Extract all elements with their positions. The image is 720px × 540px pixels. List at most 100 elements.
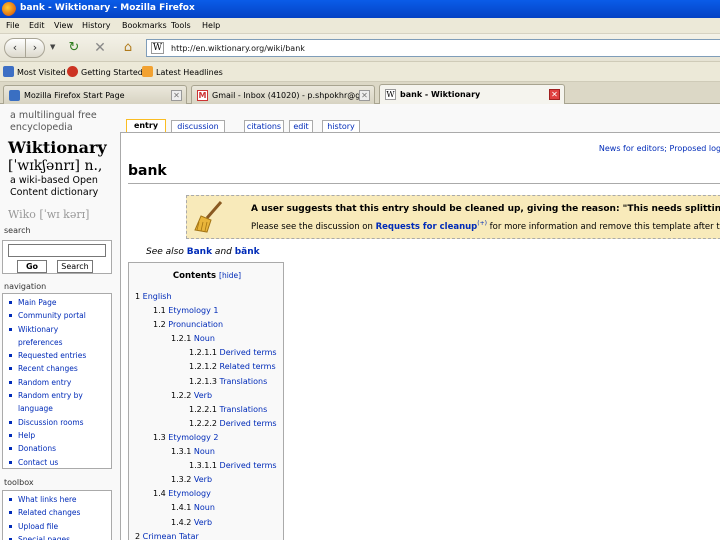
close-tab-icon[interactable]: ✕ [359,90,370,101]
nav-link-label: Contact us [18,457,59,467]
menu-history[interactable]: History [82,21,110,30]
site-logo[interactable]: a multilingual free encyclopedia Wiktion… [4,108,114,221]
bookmark-getting-started[interactable]: Getting Started [67,66,143,78]
nav-link[interactable]: Recent changes [9,362,111,375]
navigation-portlet: Main Page Community portal Wiktionary prefe… [2,293,112,469]
see-also-link-baenk[interactable]: bänk [235,247,260,257]
toolbox-link[interactable]: Related changes [9,506,111,519]
external-link-marker[interactable]: (+) [477,220,487,227]
toc-label: Noun [193,447,215,457]
content-panel: News for editors; Proposed logo bank A u… [120,132,720,540]
toc-entry[interactable]: 1.3 Etymology 2 [135,431,277,445]
close-tab-icon[interactable]: ✕ [549,89,560,100]
firefox-icon [9,90,20,101]
toc-entry[interactable]: 2 Crimean Tatar [135,530,277,540]
tab-citations[interactable]: citations [244,120,284,132]
toolbox-link[interactable]: What links here [9,493,111,506]
tab-discussion[interactable]: discussion [171,120,225,132]
back-button[interactable]: ‹ [4,38,26,58]
bookmark-latest-headlines[interactable]: Latest Headlines [142,66,223,78]
forward-button[interactable]: › [25,38,45,58]
toc-entry[interactable]: 1.1 Etymology 1 [135,304,277,318]
heading-divider [128,183,720,184]
nav-link[interactable]: Requested entries [9,349,111,362]
toc-entry[interactable]: 1.4 Etymology [135,487,277,501]
toc-entry[interactable]: 1.2.2.1 Translations [135,403,277,417]
toc-number: 1.4 [153,489,169,499]
toc-list: 1 English 1.1 Etymology 1 1.2 Pronunciatio… [135,290,277,540]
nav-link-label: Random entry [18,377,72,387]
toc-label: Derived terms [219,461,277,471]
toc-entry[interactable]: 1.4.1 Noun [135,501,277,515]
bookmark-most-visited[interactable]: Most Visited [3,66,66,78]
search-button[interactable]: Search [57,260,93,273]
see-also-link-bank[interactable]: Bank [187,247,212,257]
stop-button[interactable]: ✕ [92,40,108,56]
home-button[interactable]: ⌂ [119,40,137,56]
tab-entry[interactable]: entry [126,119,166,132]
tab-firefox-start-page[interactable]: Mozilla Firefox Start Page ✕ [3,85,187,104]
search-portlet: Go Search [2,240,112,274]
nav-link[interactable]: Random entry by language [9,389,111,416]
toc-hide-toggle[interactable]: [hide] [219,271,241,280]
toc-entry[interactable]: 1.2.1.1 Derived terms [135,346,277,360]
site-notice-link[interactable]: News for editors; Proposed logo [599,144,720,153]
nav-link[interactable]: Discussion rooms [9,416,111,429]
menu-view[interactable]: View [54,21,73,30]
toc-entry[interactable]: 1.2.2 Verb [135,389,277,403]
nav-link[interactable]: Contact us [9,456,111,469]
toc-number: 1.2.2.1 [189,404,220,414]
navigation-toolbar: ‹ › ▼ ↻ ✕ ⌂ W http://en.wiktionary.org/w… [0,34,720,62]
toc-entry[interactable]: 1.3.1 Noun [135,445,277,459]
tab-edit[interactable]: edit [289,120,313,132]
tab-bank-wiktionary[interactable]: W bank - Wiktionary ✕ [379,84,565,104]
requests-for-cleanup-link[interactable]: Requests for cleanup [376,222,478,232]
toc-entry[interactable]: 1.2 Pronunciation [135,318,277,332]
nav-link[interactable]: Wiktionary preferences [9,323,111,350]
logo-pronunciation-secondary: Wiko [ˈwɪ kərɪ] [8,208,90,221]
go-button[interactable]: Go [17,260,47,273]
menu-help[interactable]: Help [202,21,220,30]
tab-history[interactable]: history [322,120,360,132]
nav-link[interactable]: Main Page [9,296,111,309]
nav-link-label: Discussion rooms [18,417,84,427]
toc-entry[interactable]: 1.2.2.2 Derived terms [135,417,277,431]
toc-title: Contents [hide] [129,271,285,281]
toolbox-link[interactable]: Special pages [9,533,111,540]
reload-button[interactable]: ↻ [66,40,82,56]
toolbox-portlet: What links here Related changes Upload fil… [2,490,112,540]
tab-gmail-inbox[interactable]: M Gmail - Inbox (41020) - p.shpokhr@g ✕ [191,85,375,104]
address-bar[interactable]: W http://en.wiktionary.org/wiki/bank [146,39,720,57]
toc-number: 1.2.1.1 [189,348,220,358]
close-tab-icon[interactable]: ✕ [171,90,182,101]
logo-wordmark: Wiktionary [8,138,107,157]
url-text[interactable]: http://en.wiktionary.org/wiki/bank [171,44,305,53]
navigation-portlet-title: navigation [4,282,47,291]
nav-link[interactable]: Random entry [9,376,111,389]
toc-label: Etymology 2 [168,432,219,442]
toolbox-link[interactable]: Upload file [9,520,111,533]
window-titlebar: bank - Wiktionary - Mozilla Firefox [0,0,720,18]
menu-tools[interactable]: Tools [171,21,191,30]
nav-link[interactable]: Donations [9,442,111,455]
logo-tagline: encyclopedia [10,122,73,133]
toolbox-list: What links here Related changes Upload fil… [3,491,111,540]
menu-bookmarks[interactable]: Bookmarks [122,21,167,30]
menu-file[interactable]: File [6,21,19,30]
toc-entry[interactable]: 1.4.2 Verb [135,516,277,530]
rss-icon [142,66,153,77]
gmail-icon: M [197,90,208,101]
nav-link[interactable]: Community portal [9,309,111,322]
toc-entry[interactable]: 1.2.1.2 Related terms [135,360,277,374]
toc-entry[interactable]: 1.3.1.1 Derived terms [135,459,277,473]
search-input[interactable] [8,244,106,257]
toc-entry[interactable]: 1.3.2 Verb [135,473,277,487]
toc-entry[interactable]: 1.2.1.3 Translations [135,375,277,389]
nav-link[interactable]: Help [9,429,111,442]
toc-entry[interactable]: 1 English [135,290,277,304]
toc-entry[interactable]: 1.2.1 Noun [135,332,277,346]
history-dropdown-button[interactable]: ▼ [50,43,55,51]
firefox-icon [2,2,16,16]
reload-icon: ↻ [68,40,80,55]
menu-edit[interactable]: Edit [29,21,45,30]
